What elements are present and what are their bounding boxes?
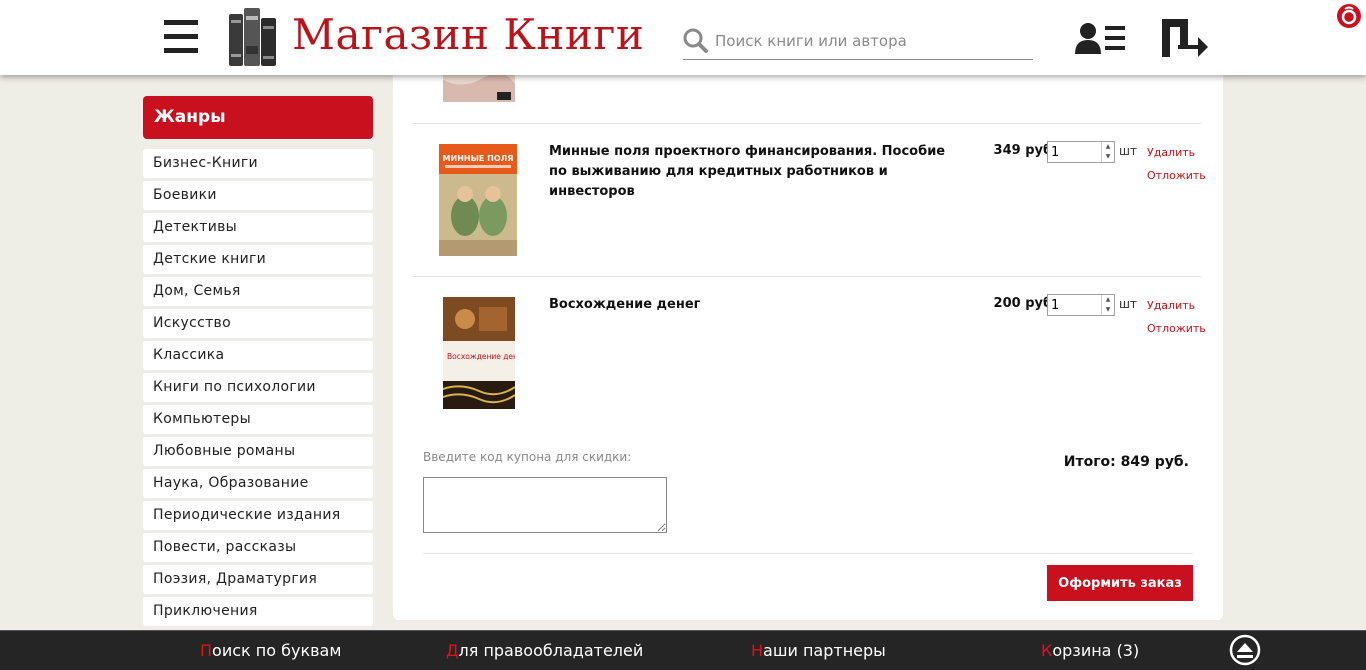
quantity-stepper[interactable]: ▲▼ [1047,141,1115,163]
link-text: ля правообладателей [458,641,644,660]
place-order-button[interactable]: Оформить заказ [1047,565,1193,601]
exit-icon[interactable] [1160,17,1210,59]
genre-item[interactable]: Повести, рассказы [143,533,373,562]
spin-buttons[interactable]: ▲ ▼ [1101,142,1114,162]
genres-list: Бизнес-Книги Боевики Детективы Детские к… [143,149,373,629]
footer-link-cart[interactable]: Корзина (3) [1041,641,1139,660]
genre-item[interactable]: Приключения [143,597,373,626]
postpone-link[interactable]: Отложить [1147,322,1206,335]
item-title[interactable]: Восхождение денег [549,295,959,315]
cart-item: МИННЫЕ ПОЛЯ Минные поля проектного финан… [413,123,1206,276]
search-box [683,25,1033,60]
genre-item[interactable]: Наука, Образование [143,469,373,498]
quantity-stepper[interactable]: ▲▼ [1047,294,1115,316]
delete-link[interactable]: Удалить [1147,299,1195,312]
header: Магазин Книги [0,0,1366,75]
site-logo-title[interactable]: Магазин Книги [292,10,644,59]
spin-buttons[interactable]: ▲ ▼ [1101,295,1114,315]
genre-item[interactable]: Детские книги [143,245,373,274]
genre-item[interactable]: Периодические издания [143,501,373,530]
link-text: аши партнеры [763,641,886,660]
book-cover[interactable]: Восхождение денег [443,297,515,409]
genre-item[interactable]: Компьютеры [143,405,373,434]
scroll-up-icon[interactable] [1229,634,1261,666]
cart-item: Восхождение денег Восхождение денег 200 … [413,276,1206,429]
link-text: оиск по буквам [212,641,342,660]
item-price: 200 руб. [993,296,1057,311]
link-initial: Н [751,641,764,660]
genre-item[interactable]: Поэзия, Драматургия [143,565,373,594]
divider [423,553,1193,554]
genre-item[interactable]: Искусство [143,309,373,338]
quantity-input[interactable] [1048,142,1102,162]
link-initial: Д [446,641,459,660]
book-cover[interactable]: МИННЫЕ ПОЛЯ [439,144,517,256]
link-text: орзина (3) [1052,641,1140,660]
books-logo-icon[interactable] [227,6,279,68]
cart-panel: МИННЫЕ ПОЛЯ Минные поля проектного финан… [393,70,1223,620]
footer-link-letter-search[interactable]: Поиск по буквам [200,641,341,660]
coupon-label: Введите код купона для скидки: [423,450,632,464]
user-account-icon[interactable] [1075,22,1127,54]
quantity-unit: шт [1119,297,1137,311]
search-input[interactable] [713,27,1027,55]
genre-item[interactable]: Классика [143,341,373,370]
link-initial: П [200,641,213,660]
item-title[interactable]: Минные поля проектного финансирования. П… [549,142,959,202]
item-price: 349 руб. [993,143,1057,158]
genres-header: Жанры [143,96,373,139]
genre-item[interactable]: Бизнес-Книги [143,149,373,178]
cover-title: МИННЫЕ ПОЛЯ [443,154,514,163]
genre-item[interactable]: Книги по психологии [143,373,373,402]
delete-link[interactable]: Удалить [1147,146,1195,159]
genre-item[interactable]: Боевики [143,181,373,210]
coupon-input[interactable] [423,477,667,533]
link-initial: К [1041,641,1053,660]
footer-link-partners[interactable]: Наши партнеры [751,641,886,660]
search-icon[interactable] [683,28,709,54]
browser-badge-icon[interactable] [1336,3,1362,29]
quantity-unit: шт [1119,144,1137,158]
quantity-input[interactable] [1048,295,1102,315]
footer-link-rightholders[interactable]: Для правообладателей [446,641,643,660]
order-total: Итого: 849 руб. [1063,454,1189,470]
genre-item[interactable]: Любовные романы [143,437,373,466]
footer-nav: Поиск по буквам Для правообладателей Наш… [0,630,1366,670]
postpone-link[interactable]: Отложить [1147,169,1206,182]
genre-item[interactable]: Детективы [143,213,373,242]
menu-icon[interactable] [164,20,198,56]
cover-title: Восхождение денег [447,352,515,361]
genre-item[interactable]: Дом, Семья [143,277,373,306]
